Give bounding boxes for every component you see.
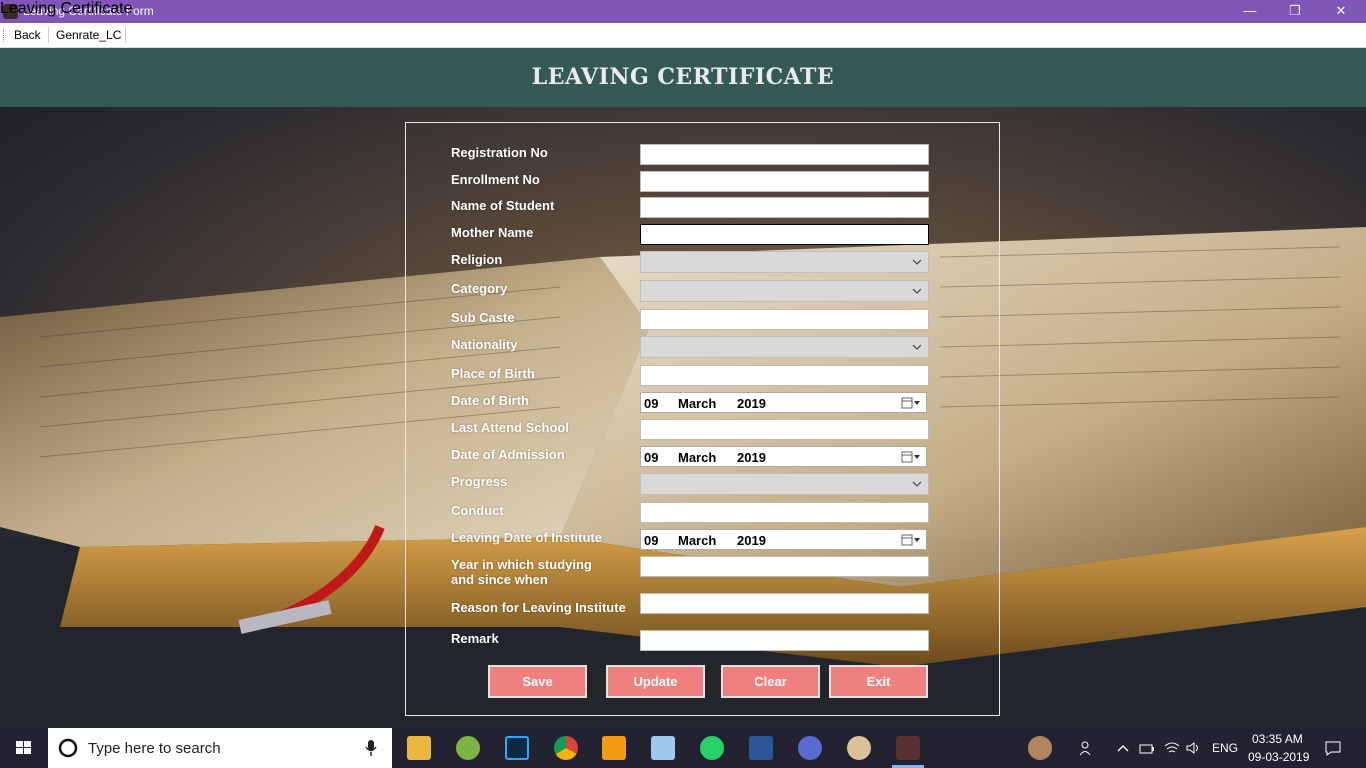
update-button[interactable]: Update [606,665,705,698]
label-enrollment-no: Enrollment No [451,172,540,187]
label-reason-leaving: Reason for Leaving Institute [451,600,626,615]
date-month: March [678,450,717,465]
menu-generate-lc[interactable]: Genrate_LC [56,28,121,42]
clock-date[interactable]: 09-03-2019 [1248,750,1309,764]
label-category: Category [451,281,508,296]
date-year: 2019 [737,396,766,411]
android-studio-icon[interactable] [456,736,480,760]
minimize-icon[interactable]: — [1227,0,1273,23]
infinity-app-icon[interactable] [798,736,822,760]
language-indicator[interactable]: ENG [1212,741,1238,755]
menu-separator [48,27,49,43]
restore-icon[interactable]: ❐ [1272,0,1318,23]
taskbar-search-box[interactable]: Type here to search [48,728,392,768]
clock-time[interactable]: 03:35 AM [1252,732,1303,746]
photoshop-icon[interactable] [505,736,529,760]
registration-no-input[interactable] [640,144,929,165]
label-place-of-birth: Place of Birth [451,366,535,381]
label-religion: Religion [451,252,503,267]
calendar-dropdown-icon[interactable] [901,396,921,410]
date-of-admission-picker[interactable]: 09 March 2019 [640,446,927,467]
label-nationality: Nationality [451,337,518,352]
date-day: 09 [644,450,659,465]
date-year: 2019 [737,450,766,465]
date-day: 09 [644,396,659,411]
notifications-icon[interactable] [1324,739,1342,757]
close-icon[interactable]: ✕ [1318,0,1364,23]
chevron-down-icon [912,344,922,350]
wifi-icon[interactable] [1164,741,1180,755]
label-year-studying-line2: and since when [451,572,548,587]
leaving-certificate-app-icon[interactable] [896,736,920,760]
menu-grip [3,29,5,42]
page-title: LEAVING CERTIFICATE [531,64,835,90]
religion-dropdown[interactable] [640,251,929,273]
exit-button[interactable]: Exit [829,665,928,698]
date-day: 09 [644,533,659,548]
paint-icon[interactable] [847,736,871,760]
cortana-circle-icon [58,738,78,758]
menu-strip: Back Genrate_LC [0,23,1366,48]
label-date-of-birth: Date of Birth [451,393,529,408]
category-dropdown[interactable] [640,280,929,302]
chevron-down-icon [912,288,922,294]
nationality-dropdown[interactable] [640,336,929,358]
form-header: LEAVING CERTIFICATE [0,48,1366,107]
conduct-input[interactable] [640,502,929,523]
start-button[interactable] [0,728,48,768]
search-placeholder: Type here to search [88,740,221,757]
menu-separator [125,27,126,43]
progress-dropdown[interactable] [640,473,929,495]
label-date-of-admission: Date of Admission [451,447,565,462]
enrollment-no-input[interactable] [640,171,929,192]
label-mother-name: Mother Name [451,225,534,240]
groupbox-label: Leaving Certificate [0,0,133,17]
label-name-of-student: Name of Student [451,198,555,213]
user-avatar-icon[interactable] [1028,736,1052,760]
date-year: 2019 [737,533,766,548]
chrome-icon[interactable] [554,736,578,760]
last-attend-school-input[interactable] [640,419,929,440]
label-registration-no: Registration No [451,145,548,160]
microphone-icon[interactable] [364,739,378,757]
date-month: March [678,396,717,411]
calendar-dropdown-icon[interactable] [901,533,921,547]
virtualbox-icon[interactable] [651,736,675,760]
window-title-bar: Leaving Certificate Form — ❐ ✕ [0,0,1366,23]
windows-taskbar: Type here to search ENG 03:35 AM 09-03-2… [0,728,1366,768]
people-icon[interactable] [1078,739,1096,757]
leaving-date-picker[interactable]: 09 March 2019 [640,529,927,550]
date-month: March [678,533,717,548]
date-of-birth-picker[interactable]: 09 March 2019 [640,392,927,413]
clear-button[interactable]: Clear [721,665,820,698]
label-conduct: Conduct [451,503,504,518]
media-player-icon[interactable] [602,736,626,760]
label-last-attend-school: Last Attend School [451,420,569,435]
label-sub-caste: Sub Caste [451,310,515,325]
label-leaving-date: Leaving Date of Institute [451,530,602,545]
reason-leaving-input[interactable] [640,593,929,614]
calendar-dropdown-icon[interactable] [901,450,921,464]
place-of-birth-input[interactable] [640,365,929,386]
label-progress: Progress [451,474,508,489]
label-year-studying-line1: Year in which studying [451,557,592,572]
remark-input[interactable] [640,630,929,651]
whatsapp-icon[interactable] [700,736,724,760]
word-icon[interactable] [749,736,773,760]
chevron-up-icon[interactable] [1116,742,1130,756]
sub-caste-input[interactable] [640,309,929,330]
save-button[interactable]: Save [488,665,587,698]
chevron-down-icon [912,259,922,265]
chevron-down-icon [912,481,922,487]
year-studying-input[interactable] [640,556,929,577]
battery-icon[interactable] [1139,743,1155,755]
label-remark: Remark [451,631,499,646]
file-explorer-icon[interactable] [407,736,431,760]
name-of-student-input[interactable] [640,197,929,218]
menu-back[interactable]: Back [14,28,41,42]
windows-logo-icon [16,741,31,754]
volume-icon[interactable] [1186,741,1202,755]
mother-name-input[interactable] [640,224,929,245]
